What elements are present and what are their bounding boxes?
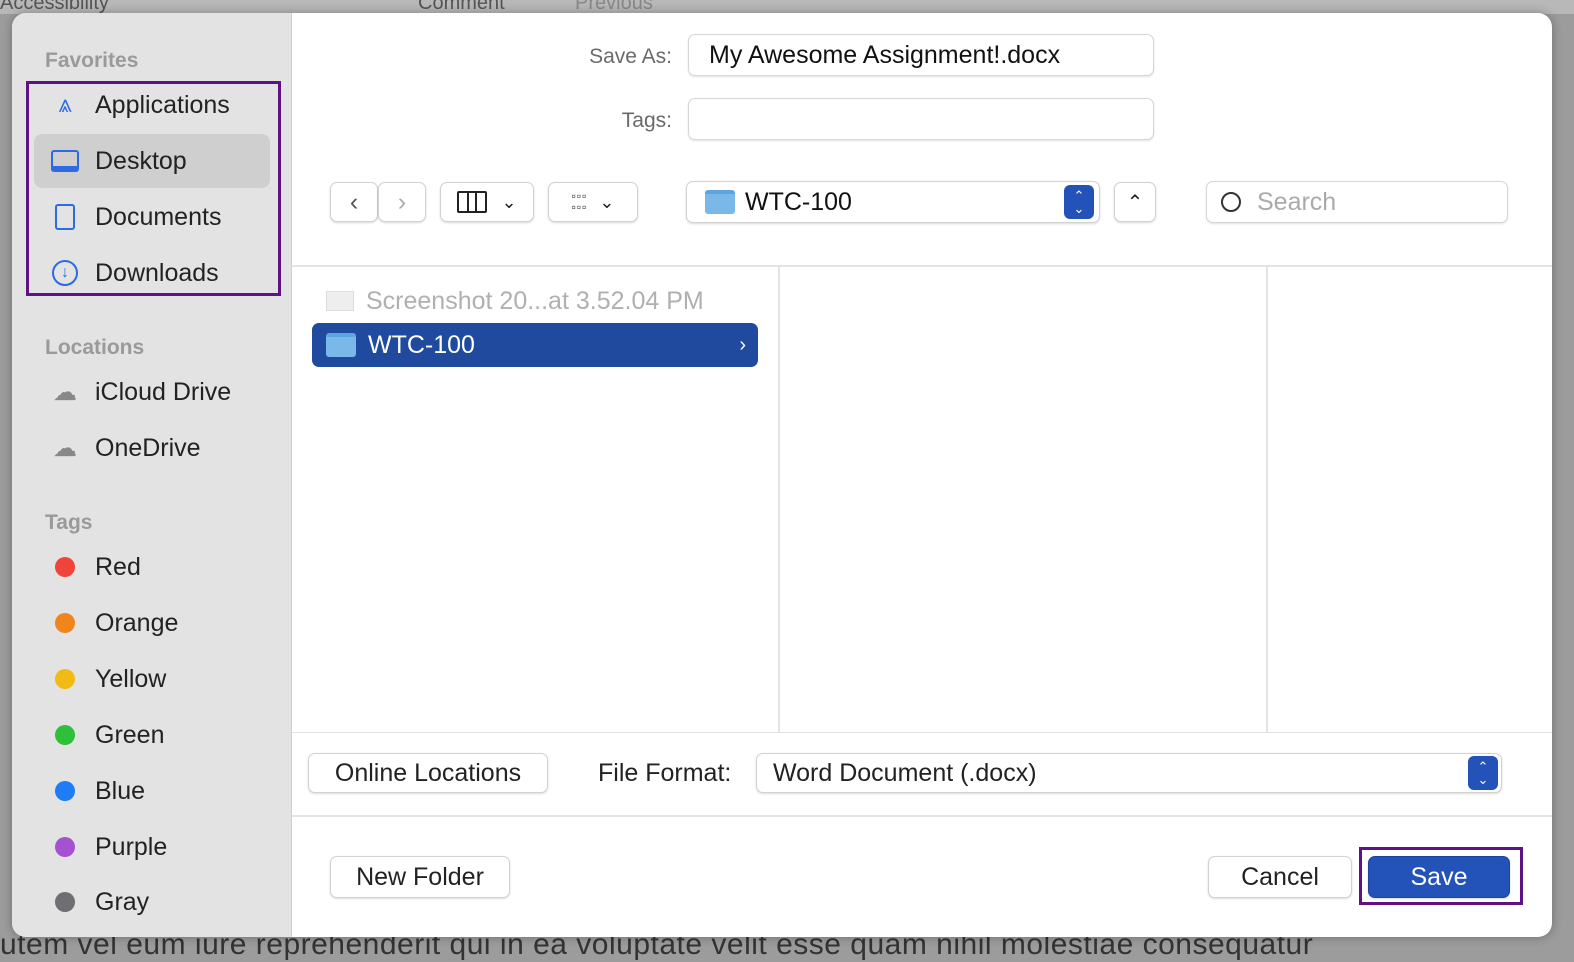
chevron-left-icon: ‹	[349, 187, 359, 216]
tag-dot-icon	[50, 557, 80, 577]
chevron-down-icon: ⌄	[599, 191, 615, 212]
file-format-stepper-icon: ⌃ ⌄	[1468, 756, 1498, 790]
group-button[interactable]: ▫▫▫ ▫▫▫ ⌄	[548, 182, 638, 222]
favorites-highlight-box	[26, 81, 281, 296]
folder-name: WTC-100	[368, 330, 475, 359]
search-field[interactable]: Search	[1206, 181, 1508, 223]
file-format-popup[interactable]: Word Document (.docx)	[756, 753, 1502, 793]
folder-icon	[326, 333, 356, 357]
sidebar-tag-yellow[interactable]: Yellow	[34, 652, 270, 706]
view-mode-button[interactable]: ⌄	[440, 182, 534, 222]
cloud-icon: ☁	[53, 378, 77, 406]
column-divider	[1266, 267, 1268, 732]
image-file-icon	[326, 291, 354, 311]
sidebar-tag-green[interactable]: Green	[34, 708, 270, 762]
location-stepper-icon: ⌃ ⌄	[1064, 185, 1094, 219]
locations-heading: Locations	[45, 336, 145, 359]
tag-dot-icon	[50, 669, 80, 689]
sidebar-tag-red[interactable]: Red	[34, 540, 270, 594]
file-format-label: File Format:	[598, 759, 732, 787]
tag-dot-icon	[50, 613, 80, 633]
tag-dot-icon	[50, 837, 80, 857]
tags-heading: Tags	[45, 511, 93, 534]
folder-row-wtc-100[interactable]: WTC-100 ›	[312, 323, 758, 367]
back-button[interactable]: ‹	[330, 182, 378, 222]
location-label: WTC-100	[745, 187, 852, 216]
tag-label: Red	[95, 552, 141, 581]
file-row-screenshot: Screenshot 20...at 3.52.04 PM	[312, 279, 758, 323]
footer-divider	[292, 815, 1552, 817]
tag-label: Green	[95, 720, 165, 749]
location-popup[interactable]: WTC-100	[686, 181, 1100, 223]
file-name: Screenshot 20...at 3.52.04 PM	[366, 286, 704, 315]
bg-comment: Comment	[418, 0, 505, 14]
tag-dot-icon	[50, 892, 80, 912]
tag-label: Gray	[95, 887, 150, 916]
background-toolbar: Accessibility Comment Previous	[0, 0, 1574, 14]
bg-accessibility: Accessibility	[0, 0, 109, 14]
bg-previous: Previous	[575, 0, 653, 14]
search-placeholder: Search	[1257, 187, 1337, 216]
save-as-label: Save As:	[589, 45, 672, 68]
tag-label: Purple	[95, 832, 168, 861]
favorites-heading: Favorites	[45, 49, 139, 72]
save-as-input[interactable]: My Awesome Assignment!.docx	[688, 34, 1154, 76]
sidebar: Favorites ⩓ Applications Desktop Document…	[12, 13, 292, 937]
cloud-icon: ☁	[53, 434, 77, 462]
chevron-down-icon: ⌄	[501, 191, 517, 212]
sidebar-item-label: OneDrive	[95, 433, 201, 462]
sidebar-tag-orange[interactable]: Orange	[34, 596, 270, 650]
tag-dot-icon	[50, 781, 80, 801]
save-dialog: Favorites ⩓ Applications Desktop Document…	[12, 13, 1552, 937]
tags-input[interactable]	[688, 98, 1154, 140]
sidebar-tag-gray[interactable]: Gray	[34, 875, 270, 929]
expand-collapse-button[interactable]: ⌃	[1114, 182, 1156, 222]
tag-dot-icon	[50, 725, 80, 745]
file-format-value: Word Document (.docx)	[773, 758, 1037, 787]
forward-button[interactable]: ›	[378, 182, 426, 222]
folder-icon	[705, 190, 735, 214]
save-highlight-box	[1359, 847, 1523, 905]
columns-view-icon	[457, 191, 488, 213]
chevron-up-icon: ⌃	[1126, 191, 1144, 214]
sidebar-item-icloud-drive[interactable]: ☁ iCloud Drive	[34, 365, 270, 419]
chevron-right-icon: ›	[739, 333, 746, 356]
tags-label: Tags:	[621, 109, 672, 132]
column-divider	[778, 267, 780, 732]
file-browser: Screenshot 20...at 3.52.04 PM WTC-100 ›	[292, 265, 1552, 733]
tag-label: Orange	[95, 608, 179, 637]
search-icon	[1221, 192, 1241, 212]
cancel-button[interactable]: Cancel	[1208, 856, 1352, 898]
sidebar-tag-blue[interactable]: Blue	[34, 764, 270, 818]
sidebar-tag-purple[interactable]: Purple	[34, 820, 270, 874]
online-locations-button[interactable]: Online Locations	[308, 753, 548, 793]
chevron-right-icon: ›	[397, 187, 407, 216]
tag-label: Yellow	[95, 664, 167, 693]
sidebar-item-label: iCloud Drive	[95, 377, 232, 406]
new-folder-button[interactable]: New Folder	[330, 856, 510, 898]
grid-icon: ▫▫▫ ▫▫▫	[571, 189, 588, 214]
tag-label: Blue	[95, 776, 146, 805]
sidebar-item-onedrive[interactable]: ☁ OneDrive	[34, 421, 270, 475]
